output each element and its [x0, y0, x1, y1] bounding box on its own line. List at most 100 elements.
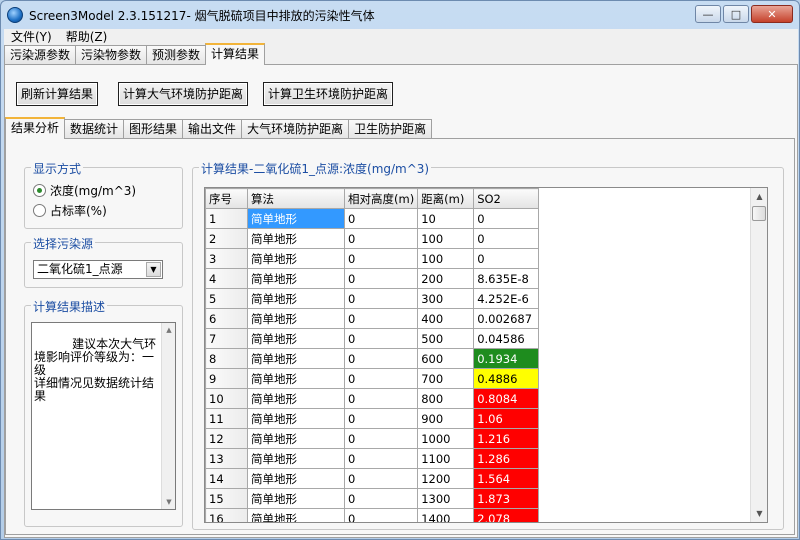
scroll-thumb[interactable]: [752, 206, 766, 221]
index-cell[interactable]: 15: [205, 488, 248, 509]
menu-help[interactable]: 帮助(Z): [59, 29, 115, 45]
menu-file[interactable]: 文件(Y): [4, 29, 59, 45]
so2-cell[interactable]: 0.4886: [473, 368, 540, 389]
algorithm-cell[interactable]: 简单地形: [247, 468, 345, 489]
height-cell[interactable]: 0: [343, 448, 419, 469]
radio-standard-ratio-circle[interactable]: [33, 204, 46, 217]
algorithm-cell[interactable]: 简单地形: [247, 508, 345, 522]
index-cell[interactable]: 9: [205, 368, 248, 389]
so2-cell[interactable]: 8.635E-8: [473, 268, 540, 289]
height-cell[interactable]: 0: [343, 408, 419, 429]
distance-cell[interactable]: 10: [417, 208, 475, 229]
table-row[interactable]: 5 简单地形 0 300 4.252E-6: [205, 288, 540, 309]
distance-cell[interactable]: 700: [417, 368, 475, 389]
close-button[interactable]: ✕: [751, 5, 793, 23]
algorithm-cell[interactable]: 简单地形: [247, 388, 345, 409]
results-grid[interactable]: 序号 算法 相对高度(m) 距离(m) SO2 1 简单地形 0 10 0 2 简单地形 0 1…: [204, 187, 768, 523]
so2-cell[interactable]: 0: [473, 248, 540, 269]
tab-result-analysis[interactable]: 结果分析: [5, 117, 66, 139]
table-row[interactable]: 15 简单地形 0 1300 1.873: [205, 488, 540, 509]
index-cell[interactable]: 1: [205, 208, 248, 229]
calc-air-distance-button[interactable]: 计算大气环境防护距离: [118, 82, 249, 106]
table-row[interactable]: 6 简单地形 0 400 0.002687: [205, 308, 540, 329]
algorithm-cell[interactable]: 简单地形: [247, 448, 345, 469]
height-cell[interactable]: 0: [343, 508, 419, 522]
algorithm-cell[interactable]: 简单地形: [247, 328, 345, 349]
scroll-up-icon[interactable]: ▲: [162, 323, 176, 337]
index-cell[interactable]: 2: [205, 228, 248, 249]
index-cell[interactable]: 6: [205, 308, 248, 329]
distance-cell[interactable]: 300: [417, 288, 475, 309]
description-scrollbar[interactable]: ▲ ▼: [161, 323, 175, 509]
so2-cell[interactable]: 1.564: [473, 468, 540, 489]
table-row[interactable]: 10 简单地形 0 800 0.8084: [205, 388, 540, 409]
tab-health-protection-distance[interactable]: 卫生防护距离: [348, 119, 433, 139]
table-row[interactable]: 9 简单地形 0 700 0.4886: [205, 368, 540, 389]
distance-cell[interactable]: 1100: [417, 448, 475, 469]
so2-cell[interactable]: 1.286: [473, 448, 540, 469]
distance-cell[interactable]: 500: [417, 328, 475, 349]
tab-results[interactable]: 计算结果: [205, 43, 266, 65]
height-cell[interactable]: 0: [343, 288, 419, 309]
index-cell[interactable]: 8: [205, 348, 248, 369]
so2-cell[interactable]: 0: [473, 208, 540, 229]
radio-concentration-circle[interactable]: [33, 184, 46, 197]
so2-cell[interactable]: 1.873: [473, 488, 540, 509]
column-header-distance[interactable]: 距离(m): [417, 188, 475, 209]
height-cell[interactable]: 0: [343, 328, 419, 349]
so2-cell[interactable]: 1.06: [473, 408, 540, 429]
height-cell[interactable]: 0: [343, 388, 419, 409]
algorithm-cell[interactable]: 简单地形: [247, 248, 345, 269]
distance-cell[interactable]: 200: [417, 268, 475, 289]
minimize-button[interactable]: —: [695, 5, 721, 23]
distance-cell[interactable]: 800: [417, 388, 475, 409]
index-cell[interactable]: 3: [205, 248, 248, 269]
results-scrollbar[interactable]: ▲ ▼: [750, 188, 767, 522]
index-cell[interactable]: 10: [205, 388, 248, 409]
table-row[interactable]: 3 简单地形 0 100 0: [205, 248, 540, 269]
table-row[interactable]: 7 简单地形 0 500 0.04586: [205, 328, 540, 349]
algorithm-cell[interactable]: 简单地形: [247, 428, 345, 449]
distance-cell[interactable]: 1300: [417, 488, 475, 509]
index-cell[interactable]: 12: [205, 428, 248, 449]
algorithm-cell[interactable]: 简单地形: [247, 308, 345, 329]
algorithm-cell[interactable]: 简单地形: [247, 228, 345, 249]
height-cell[interactable]: 0: [343, 348, 419, 369]
height-cell[interactable]: 0: [343, 228, 419, 249]
table-row[interactable]: 1 简单地形 0 10 0: [205, 208, 540, 229]
algorithm-cell[interactable]: 简单地形: [247, 348, 345, 369]
index-cell[interactable]: 13: [205, 448, 248, 469]
distance-cell[interactable]: 600: [417, 348, 475, 369]
index-cell[interactable]: 14: [205, 468, 248, 489]
radio-standard-ratio[interactable]: 占标率(%): [33, 202, 107, 219]
height-cell[interactable]: 0: [343, 248, 419, 269]
index-cell[interactable]: 7: [205, 328, 248, 349]
distance-cell[interactable]: 1400: [417, 508, 475, 522]
so2-cell[interactable]: 0.04586: [473, 328, 540, 349]
algorithm-cell[interactable]: 简单地形: [247, 408, 345, 429]
title-bar[interactable]: Screen3Model 2.3.151217- 烟气脱硫项目中排放的污染性气体…: [1, 1, 799, 29]
index-cell[interactable]: 4: [205, 268, 248, 289]
table-row[interactable]: 13 简单地形 0 1100 1.286: [205, 448, 540, 469]
index-cell[interactable]: 5: [205, 288, 248, 309]
maximize-button[interactable]: □: [723, 5, 749, 23]
description-textarea[interactable]: 建议本次大气环境影响评价等级为：一级 详细情况见数据统计结果 ▲ ▼: [31, 322, 176, 510]
table-row[interactable]: 16 简单地形 0 1400 2.078: [205, 508, 540, 522]
height-cell[interactable]: 0: [343, 308, 419, 329]
scroll-up-icon[interactable]: ▲: [751, 188, 767, 205]
so2-cell[interactable]: 0: [473, 228, 540, 249]
height-cell[interactable]: 0: [343, 468, 419, 489]
so2-cell[interactable]: 0.002687: [473, 308, 540, 329]
so2-cell[interactable]: 1.216: [473, 428, 540, 449]
source-dropdown[interactable]: 二氧化硫1_点源 ▼: [33, 260, 163, 279]
column-header-so2[interactable]: SO2: [473, 188, 540, 209]
table-row[interactable]: 2 简单地形 0 100 0: [205, 228, 540, 249]
algorithm-cell[interactable]: 简单地形: [247, 368, 345, 389]
height-cell[interactable]: 0: [343, 268, 419, 289]
tab-prediction-params[interactable]: 预测参数: [146, 45, 207, 65]
table-row[interactable]: 14 简单地形 0 1200 1.564: [205, 468, 540, 489]
so2-cell[interactable]: 4.252E-6: [473, 288, 540, 309]
height-cell[interactable]: 0: [343, 488, 419, 509]
so2-cell[interactable]: 0.1934: [473, 348, 540, 369]
scroll-down-icon[interactable]: ▼: [751, 505, 767, 522]
